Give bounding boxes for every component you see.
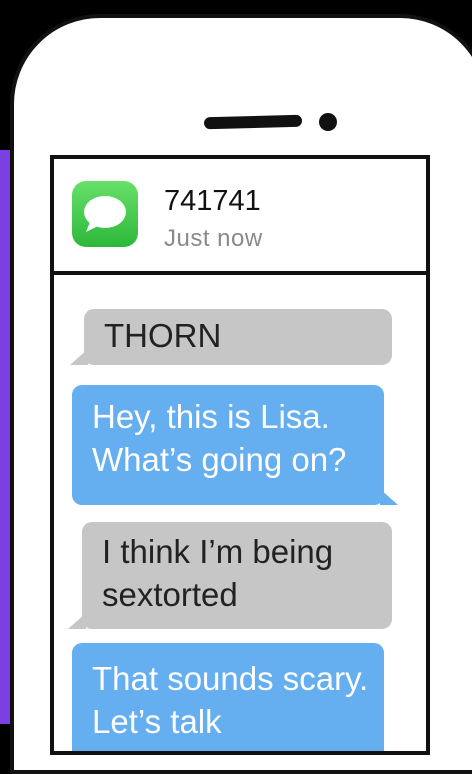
bubble-tail [68, 613, 86, 629]
phone-camera [319, 113, 337, 131]
bubble-tail [70, 349, 88, 365]
message-bubble-incoming: THORN [70, 309, 392, 365]
speech-bubble-icon [84, 196, 126, 232]
message-text: I think I’m being sextorted [102, 533, 334, 613]
message-text: Hey, this is Lisa. What’s going on? [92, 398, 347, 478]
message-text: THORN [104, 317, 222, 354]
notification-time: Just now [164, 225, 263, 252]
message-bubble-outgoing: That sounds scary. Let’s talk [72, 643, 384, 751]
message-bubble-incoming: I think I’m being sextorted [68, 522, 392, 629]
message-notification[interactable]: 741741 Just now [54, 159, 426, 275]
phone-screen: 741741 Just now THORN Hey, this is Lisa.… [50, 155, 430, 755]
phone-speaker [203, 114, 303, 130]
message-text: That sounds scary. Let’s talk [92, 660, 369, 740]
bubble-tail [380, 489, 398, 505]
message-bubble-outgoing: Hey, this is Lisa. What’s going on? [72, 385, 398, 505]
messages-app-icon [72, 181, 138, 247]
notification-sender: 741741 [164, 185, 261, 217]
